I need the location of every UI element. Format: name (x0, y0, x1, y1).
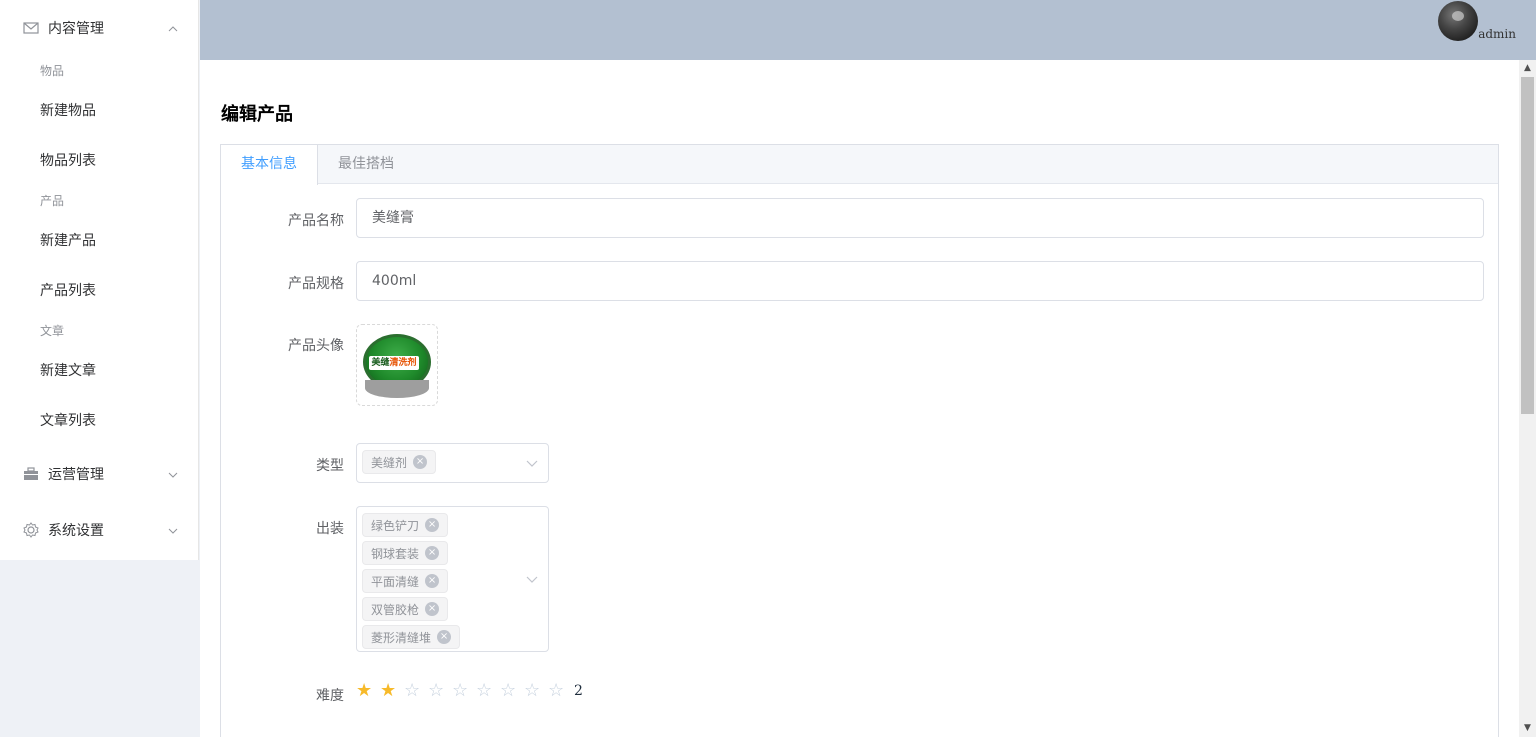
difficulty-value: 2 (574, 683, 583, 699)
product-spec-label: 产品规格 (288, 276, 344, 292)
sidebar: 内容管理 物品 新建物品 物品列表 产品 新建产品 产品列表 文章 新建文章 文… (0, 0, 200, 737)
product-name-label: 产品名称 (288, 213, 344, 229)
outfit-tag: 绿色铲刀 × (362, 513, 449, 537)
form-row-avatar: 产品头像 美缝清洗剂 (221, 324, 1498, 406)
sidebar-item-product-list[interactable]: 产品列表 (0, 266, 198, 316)
tab-bar: 基本信息 最佳搭档 (221, 145, 1498, 185)
type-tag: 美缝剂 × (362, 450, 437, 474)
outfit-label: 出装 (316, 521, 344, 537)
sidebar-item-new-item[interactable]: 新建物品 (0, 86, 198, 136)
star-icon[interactable]: ☆ (524, 682, 548, 700)
menu-content-management-label: 内容管理 (48, 21, 104, 37)
scroll-up-arrow-icon[interactable]: ▲ (1519, 60, 1536, 77)
difficulty-rating[interactable]: ★ ★ ☆ ☆ ☆ ☆ ☆ ☆ ☆ 2 (356, 682, 583, 700)
mail-icon (22, 19, 40, 37)
chevron-up-icon (168, 21, 178, 35)
tab-basic-info[interactable]: 基本信息 (221, 145, 318, 185)
star-icon[interactable]: ☆ (428, 682, 452, 700)
type-select[interactable]: 美缝剂 × (356, 443, 549, 483)
form-card: 基本信息 最佳搭档 产品名称 美缝膏 产品规格 400ml 产品头像 美缝清洗剂 (220, 144, 1499, 737)
avatar-uploader[interactable]: 美缝清洗剂 (356, 324, 438, 406)
gear-icon (22, 521, 40, 539)
product-image-label: 美缝清洗剂 (369, 356, 419, 370)
product-avatar-label: 产品头像 (288, 338, 344, 354)
briefcase-icon (22, 465, 40, 483)
menu-system-settings-label: 系统设置 (48, 523, 104, 539)
star-icon[interactable]: ★ (356, 682, 380, 700)
form-row-difficulty: 难度 ★ ★ ☆ ☆ ☆ ☆ ☆ ☆ ☆ 2 (221, 682, 1498, 706)
scroll-thumb[interactable] (1521, 77, 1534, 414)
sidebar-item-article-list[interactable]: 文章列表 (0, 396, 198, 446)
chevron-down-icon (526, 456, 538, 470)
close-icon[interactable]: × (425, 574, 440, 588)
top-header: admin (200, 0, 1536, 60)
product-image: 美缝清洗剂 (361, 330, 433, 400)
vertical-scrollbar[interactable]: ▲ ▼ (1519, 60, 1536, 737)
star-icon[interactable]: ☆ (404, 682, 428, 700)
menu-operations-label: 运营管理 (48, 467, 104, 483)
chevron-down-icon (168, 467, 178, 481)
form-row-outfit: 出装 绿色铲刀 × 钢球套装 × 平面清缝 × 双管胶枪 × 菱形清缝堆 × (221, 506, 1498, 652)
close-icon[interactable]: × (425, 546, 440, 560)
tab-best-partner[interactable]: 最佳搭档 (318, 145, 414, 183)
star-icon[interactable]: ☆ (476, 682, 500, 700)
outfit-tag: 平面清缝 × (362, 569, 449, 593)
menu-content-management[interactable]: 内容管理 (0, 0, 198, 56)
menu-system-settings[interactable]: 系统设置 (0, 502, 198, 558)
outfit-tag: 钢球套装 × (362, 541, 449, 565)
chevron-down-icon (526, 572, 538, 586)
close-icon[interactable]: × (437, 630, 452, 644)
difficulty-label: 难度 (316, 688, 344, 704)
sidebar-menu: 内容管理 物品 新建物品 物品列表 产品 新建产品 产品列表 文章 新建文章 文… (0, 0, 199, 560)
form-row-type: 类型 美缝剂 × (221, 443, 1498, 483)
scroll-down-arrow-icon[interactable]: ▼ (1519, 720, 1536, 737)
type-label: 类型 (316, 458, 344, 474)
group-title-items: 物品 (40, 64, 65, 78)
outfit-tag: 菱形清缝堆 × (362, 625, 461, 649)
sidebar-item-item-list[interactable]: 物品列表 (0, 136, 198, 186)
page-title: 编辑产品 (221, 104, 293, 125)
close-icon[interactable]: × (425, 518, 440, 532)
main-content: 编辑产品 基本信息 最佳搭档 产品名称 美缝膏 产品规格 400ml 产品头像 … (200, 60, 1519, 737)
form-row-name: 产品名称 美缝膏 (221, 198, 1498, 238)
sidebar-item-new-product[interactable]: 新建产品 (0, 216, 198, 266)
outfit-tag: 双管胶枪 × (362, 597, 449, 621)
star-icon[interactable]: ☆ (452, 682, 476, 700)
close-icon[interactable]: × (413, 455, 428, 469)
group-title-articles: 文章 (40, 324, 65, 338)
product-spec-input[interactable]: 400ml (356, 261, 1484, 301)
form-row-spec: 产品规格 400ml (221, 261, 1498, 301)
username[interactable]: admin (1478, 27, 1516, 41)
avatar[interactable] (1438, 1, 1478, 41)
product-name-input[interactable]: 美缝膏 (356, 198, 1484, 238)
star-icon[interactable]: ☆ (500, 682, 524, 700)
outfit-select[interactable]: 绿色铲刀 × 钢球套装 × 平面清缝 × 双管胶枪 × 菱形清缝堆 × (356, 506, 549, 652)
close-icon[interactable]: × (425, 602, 440, 616)
star-icon[interactable]: ★ (380, 682, 404, 700)
chevron-down-icon (168, 523, 178, 537)
sidebar-item-new-article[interactable]: 新建文章 (0, 346, 198, 396)
menu-operations[interactable]: 运营管理 (0, 446, 198, 502)
group-title-products: 产品 (40, 194, 65, 208)
star-icon[interactable]: ☆ (548, 682, 572, 700)
